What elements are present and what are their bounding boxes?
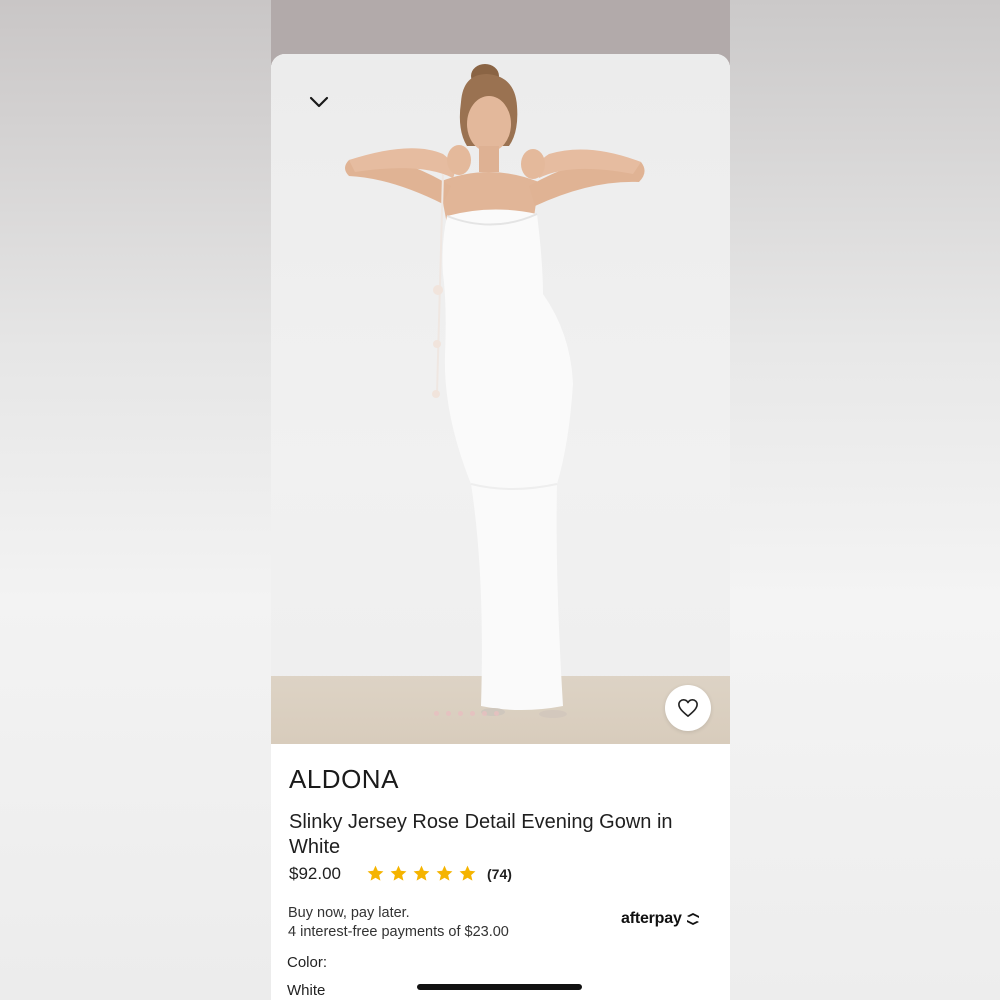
bnpl-title: Buy now, pay later. bbox=[288, 905, 410, 921]
product-image[interactable] bbox=[271, 54, 730, 744]
star-icon bbox=[459, 865, 476, 881]
product-sheet: ALDONA Slinky Jersey Rose Detail Evening… bbox=[271, 54, 730, 1000]
background-left bbox=[0, 0, 271, 1000]
favorite-button[interactable] bbox=[665, 685, 711, 731]
gallery-dot[interactable] bbox=[446, 711, 451, 716]
color-value[interactable]: White bbox=[287, 982, 325, 999]
afterpay-logo[interactable]: afterpay bbox=[621, 910, 702, 928]
heart-outline-icon bbox=[678, 699, 698, 717]
model-in-gown-illustration bbox=[345, 64, 645, 718]
phone-screen: ALDONA Slinky Jersey Rose Detail Evening… bbox=[271, 0, 730, 1000]
product-price: $92.00 bbox=[289, 864, 341, 883]
star-icon bbox=[436, 865, 453, 881]
brand-name[interactable]: ALDONA bbox=[289, 764, 399, 795]
gallery-dot[interactable] bbox=[458, 711, 463, 716]
star-icon bbox=[413, 865, 430, 881]
afterpay-arrows-icon bbox=[686, 913, 699, 925]
chevron-down-icon bbox=[309, 96, 329, 108]
bnpl-installments: 4 interest-free payments of $23.00 bbox=[288, 924, 509, 940]
rating[interactable]: (74) bbox=[366, 864, 512, 883]
product-info: ALDONA Slinky Jersey Rose Detail Evening… bbox=[271, 744, 730, 1000]
collapse-button[interactable] bbox=[305, 90, 333, 114]
star-icon bbox=[390, 865, 407, 881]
gallery-dot[interactable] bbox=[434, 711, 439, 716]
gallery-dot[interactable] bbox=[470, 711, 475, 716]
gallery-pagination bbox=[434, 711, 499, 716]
afterpay-wordmark: afterpay bbox=[621, 910, 682, 927]
review-count[interactable]: (74) bbox=[487, 866, 512, 882]
gallery-dot[interactable] bbox=[482, 711, 487, 716]
home-indicator[interactable] bbox=[417, 984, 582, 990]
color-label: Color: bbox=[287, 954, 328, 971]
star-icon bbox=[367, 865, 384, 881]
product-title: Slinky Jersey Rose Detail Evening Gown i… bbox=[289, 811, 673, 858]
gallery-dot[interactable] bbox=[494, 711, 499, 716]
background-right bbox=[730, 0, 1000, 1000]
